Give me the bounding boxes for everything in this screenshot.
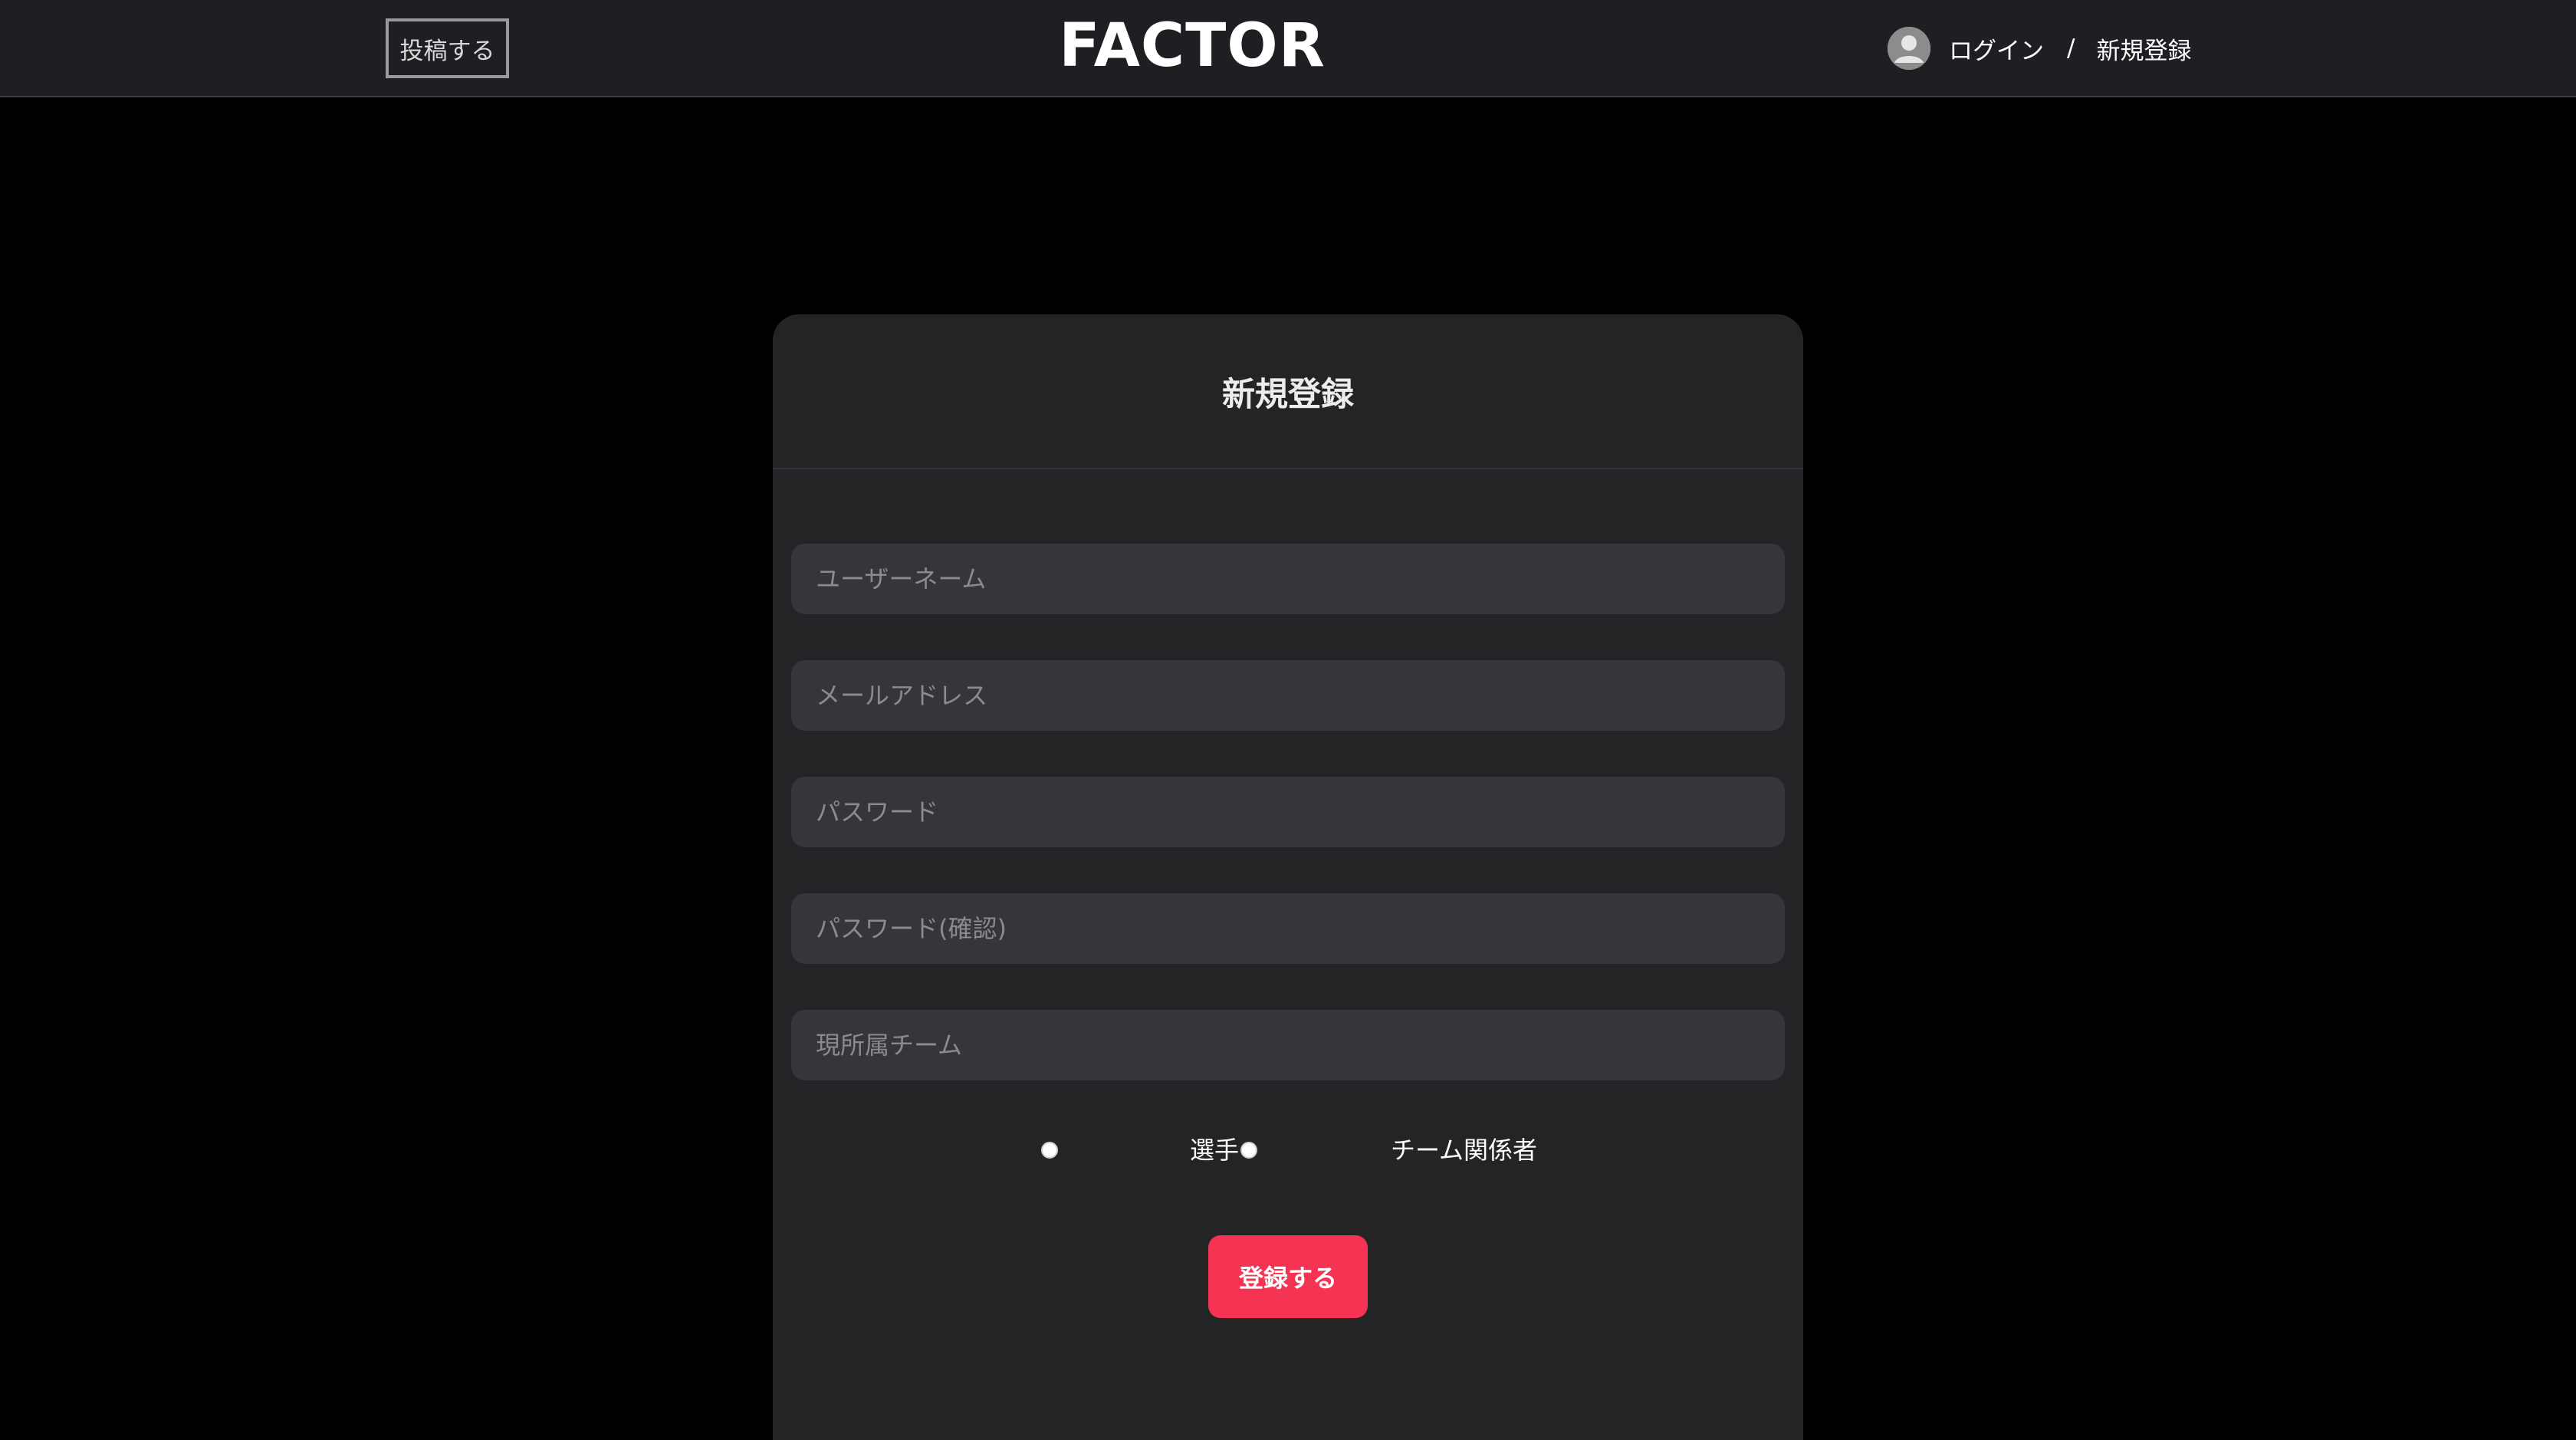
form-title: 新規登録 — [1222, 376, 1354, 414]
player-label[interactable]: 選手 — [1190, 1135, 1239, 1165]
password-input[interactable] — [791, 777, 1785, 847]
signup-link[interactable]: 新規登録 — [2096, 31, 2191, 66]
site-logo[interactable]: FACTOR — [1058, 8, 1326, 84]
email-input[interactable] — [791, 660, 1785, 731]
username-input[interactable] — [791, 544, 1785, 614]
staff-label[interactable]: チーム関係者 — [1391, 1135, 1537, 1165]
login-link[interactable]: ログイン — [1949, 31, 2044, 66]
password-confirm-input[interactable] — [791, 893, 1785, 964]
team-input[interactable] — [791, 1010, 1785, 1080]
auth-nav: ログイン / 新規登録 — [1888, 25, 2191, 71]
signup-card: 新規登録 選手 チーム関係者 登録する — [773, 314, 1803, 1440]
auth-separator: / — [2067, 35, 2075, 62]
card-divider — [773, 468, 1803, 469]
user-avatar-icon[interactable] — [1888, 27, 1930, 70]
staff-radio[interactable] — [1240, 1142, 1257, 1159]
top-header: 投稿する FACTOR ログイン / 新規登録 — [0, 0, 2576, 97]
register-button[interactable]: 登録する — [1208, 1235, 1368, 1318]
post-button[interactable]: 投稿する — [386, 18, 509, 78]
player-radio[interactable] — [1041, 1142, 1058, 1159]
role-selector: 選手 チーム関係者 — [773, 1119, 1803, 1181]
